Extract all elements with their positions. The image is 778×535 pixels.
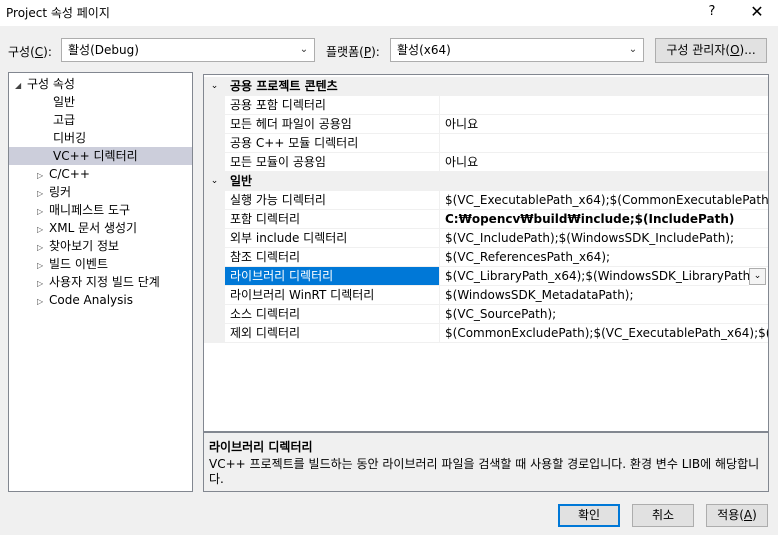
property-row[interactable]: 외부 include 디렉터리 $(VC_IncludePath);$(Windo… [204, 229, 768, 248]
property-name: 제외 디렉터리 [225, 324, 439, 343]
property-value[interactable]: $(VC_ReferencesPath_x64); [439, 248, 768, 267]
property-row[interactable]: 공용 C++ 모듈 디렉터리 [204, 134, 768, 153]
config-manager-button[interactable]: 구성 관리자(O)... [655, 38, 767, 63]
category-public-project-content[interactable]: ⌄ 공용 프로젝트 콘텐츠 [204, 77, 768, 96]
property-name: 라이브러리 WinRT 디렉터리 [225, 286, 439, 305]
config-label: 구성(C): [8, 45, 52, 59]
property-value[interactable]: 아니요 [439, 115, 768, 134]
tree-item-config-properties[interactable]: ◢ 구성 속성 [15, 75, 75, 93]
property-value[interactable] [439, 134, 768, 153]
property-name: 실행 가능 디렉터리 [225, 191, 439, 210]
category-general[interactable]: ⌄ 일반 [204, 172, 768, 191]
description-title: 라이브러리 디렉터리 [209, 440, 313, 454]
tree-item-browse-info[interactable]: ▷ 찾아보기 정보 [37, 237, 119, 255]
close-button[interactable]: ✕ [746, 1, 768, 23]
property-name: 소스 디렉터리 [225, 305, 439, 324]
window-title: Project 속성 페이지 [6, 6, 110, 20]
property-name: 참조 디렉터리 [225, 248, 439, 267]
property-value[interactable]: 아니요 [439, 153, 768, 172]
dropdown-chevron-icon[interactable]: ⌄ [749, 268, 766, 285]
tree-item-build-events[interactable]: ▷ 빌드 이벤트 [37, 255, 108, 273]
tree-item-custom-build-step[interactable]: ▷ 사용자 지정 빌드 단계 [37, 273, 160, 291]
description-text: VC++ 프로젝트를 빌드하는 동안 라이브러리 파일을 검색할 때 사용할 경… [209, 457, 760, 486]
property-value[interactable]: $(VC_ExecutablePath_x64);$(CommonExecuta… [439, 191, 768, 210]
property-name: 외부 include 디렉터리 [225, 229, 439, 248]
platform-select[interactable]: 활성(x64) ⌄ [390, 38, 644, 62]
property-value[interactable]: $(CommonExcludePath);$(VC_ExecutablePath… [439, 324, 768, 343]
platform-select-value: 활성(x64) [397, 43, 451, 57]
property-name: 공용 포함 디렉터리 [225, 96, 439, 115]
property-row[interactable]: 소스 디렉터리 $(VC_SourcePath); [204, 305, 768, 324]
tree-item-xml-doc-generator[interactable]: ▷ XML 문서 생성기 [37, 219, 137, 237]
property-value[interactable]: $(WindowsSDK_MetadataPath); [439, 286, 768, 305]
property-value[interactable]: $(VC_LibraryPath_x64);$(WindowsSDK_Libra… [439, 267, 749, 286]
property-value[interactable]: C:₩opencv₩build₩include;$(IncludePath) [439, 210, 768, 229]
property-row[interactable]: 라이브러리 WinRT 디렉터리 $(WindowsSDK_MetadataPat… [204, 286, 768, 305]
property-row[interactable]: 모든 모듈이 공용임 아니요 [204, 153, 768, 172]
property-value[interactable] [439, 96, 768, 115]
property-value[interactable]: $(VC_SourcePath); [439, 305, 768, 324]
property-row[interactable]: 포함 디렉터리 C:₩opencv₩build₩include;$(Include… [204, 210, 768, 229]
platform-label: 플랫폼(P): [326, 45, 380, 59]
apply-button[interactable]: 적용(A) [706, 504, 768, 527]
chevron-down-icon: ⌄ [299, 44, 309, 55]
description-panel: 라이브러리 디렉터리 VC++ 프로젝트를 빌드하는 동안 라이브러리 파일을 … [203, 432, 769, 492]
tree-item-vc-directories[interactable]: VC++ 디렉터리 [9, 147, 192, 165]
property-name: 포함 디렉터리 [225, 210, 439, 229]
property-name: 라이브러리 디렉터리 [225, 267, 439, 286]
cancel-button[interactable]: 취소 [632, 504, 694, 527]
property-row[interactable]: 공용 포함 디렉터리 [204, 96, 768, 115]
config-select[interactable]: 활성(Debug) ⌄ [61, 38, 315, 62]
ok-button[interactable]: 확인 [558, 504, 620, 527]
property-value[interactable]: $(VC_IncludePath);$(WindowsSDK_IncludePa… [439, 229, 768, 248]
collapse-chevron-icon[interactable]: ⌄ [204, 172, 225, 191]
collapse-chevron-icon[interactable]: ⌄ [204, 77, 225, 96]
help-button[interactable]: ? [702, 2, 722, 22]
property-tree: ◢ 구성 속성 일반 고급 디버깅 VC++ 디렉터리 ▷ C/C++ ▷ 링커 ▷ 매… [8, 72, 193, 492]
property-row-selected[interactable]: 라이브러리 디렉터리 $(VC_LibraryPath_x64);$(Window… [204, 267, 768, 286]
property-name: 모든 모듈이 공용임 [225, 153, 439, 172]
property-name: 공용 C++ 모듈 디렉터리 [225, 134, 439, 153]
tree-item-manifest-tool[interactable]: ▷ 매니페스트 도구 [37, 201, 130, 219]
tree-item-general[interactable]: 일반 [53, 93, 75, 111]
chevron-down-icon: ⌄ [628, 44, 638, 55]
property-row[interactable]: 참조 디렉터리 $(VC_ReferencesPath_x64); [204, 248, 768, 267]
property-name: 모든 헤더 파일이 공용임 [225, 115, 439, 134]
property-grid: ⌄ 공용 프로젝트 콘텐츠 공용 포함 디렉터리 모든 헤더 파일이 공용임 아니… [203, 74, 769, 432]
title-bar: Project 속성 페이지 ? ✕ [0, 0, 778, 26]
property-row[interactable]: 모든 헤더 파일이 공용임 아니요 [204, 115, 768, 134]
tree-item-linker[interactable]: ▷ 링커 [37, 183, 71, 201]
tree-item-debugging[interactable]: 디버깅 [53, 129, 86, 147]
property-row[interactable]: 실행 가능 디렉터리 $(VC_ExecutablePath_x64);$(Com… [204, 191, 768, 210]
tree-item-code-analysis[interactable]: ▷ Code Analysis [37, 291, 133, 309]
property-row[interactable]: 제외 디렉터리 $(CommonExcludePath);$(VC_Executa… [204, 324, 768, 343]
collapse-arrow-icon[interactable]: ▷ [37, 293, 49, 311]
tree-item-advanced[interactable]: 고급 [53, 111, 75, 129]
tree-item-cpp[interactable]: ▷ C/C++ [37, 165, 90, 183]
config-select-value: 활성(Debug) [68, 43, 139, 57]
expand-toggle-icon[interactable]: ◢ [15, 77, 27, 95]
